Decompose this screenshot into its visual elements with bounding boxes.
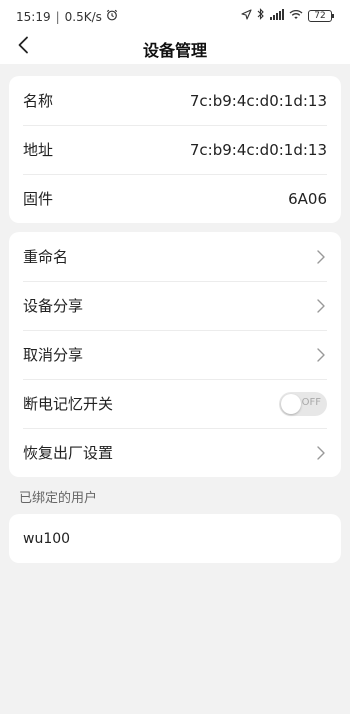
info-row-firmware: 固件 6A06	[9, 174, 341, 223]
toggle-state-text: OFF	[301, 396, 321, 408]
device-info-card: 名称 7c:b9:4c:d0:1d:13 地址 7c:b9:4c:d0:1d:1…	[9, 76, 341, 223]
cancel-share-row[interactable]: 取消分享	[9, 330, 341, 379]
share-device-row[interactable]: 设备分享	[9, 281, 341, 330]
alarm-icon	[106, 9, 118, 24]
chevron-right-icon	[315, 347, 327, 363]
location-icon	[241, 8, 252, 23]
chevron-right-icon	[315, 249, 327, 265]
factory-reset-row[interactable]: 恢复出厂设置	[9, 428, 341, 477]
network-speed: 0.5K/s	[64, 9, 102, 24]
info-value: 7c:b9:4c:d0:1d:13	[189, 91, 327, 110]
bound-users-card: wu100	[9, 514, 341, 563]
rename-row[interactable]: 重命名	[9, 232, 341, 281]
toggle-knob	[281, 393, 301, 414]
status-time: 15:19	[16, 9, 51, 24]
bluetooth-icon	[257, 8, 265, 23]
info-row-address: 地址 7c:b9:4c:d0:1d:13	[9, 125, 341, 174]
power-memory-label: 断电记忆开关	[23, 395, 114, 413]
share-device-label: 设备分享	[23, 297, 84, 315]
signal-icon	[270, 8, 284, 23]
power-memory-row: 断电记忆开关 OFF	[9, 379, 341, 428]
status-left: 15:19 | 0.5K/s	[16, 9, 118, 24]
rename-label: 重命名	[23, 248, 69, 266]
status-right: 72	[241, 8, 334, 23]
chevron-right-icon	[315, 445, 327, 461]
wifi-icon	[289, 9, 303, 23]
power-memory-toggle[interactable]: OFF	[279, 391, 327, 416]
chevron-right-icon	[315, 298, 327, 314]
actions-card: 重命名 设备分享 取消分享 断电记忆开关 OFF 恢复出厂设置	[9, 232, 341, 477]
info-label: 名称	[23, 92, 54, 110]
battery-indicator: 72	[308, 9, 334, 22]
info-label: 地址	[23, 141, 54, 159]
status-bar: 15:19 | 0.5K/s 72	[0, 0, 350, 30]
info-row-name: 名称 7c:b9:4c:d0:1d:13	[9, 76, 341, 125]
info-label: 固件	[23, 190, 54, 208]
user-name: wu100	[23, 530, 71, 547]
page-title: 设备管理	[142, 41, 207, 60]
status-separator: |	[55, 9, 60, 24]
user-row[interactable]: wu100	[9, 514, 341, 563]
bound-users-label: 已绑定的用户	[19, 491, 98, 506]
info-value: 6A06	[288, 189, 327, 208]
cancel-share-label: 取消分享	[23, 346, 84, 364]
factory-reset-label: 恢复出厂设置	[23, 444, 114, 462]
title-bar: 设备管理	[0, 30, 350, 64]
info-value: 7c:b9:4c:d0:1d:13	[189, 140, 327, 159]
